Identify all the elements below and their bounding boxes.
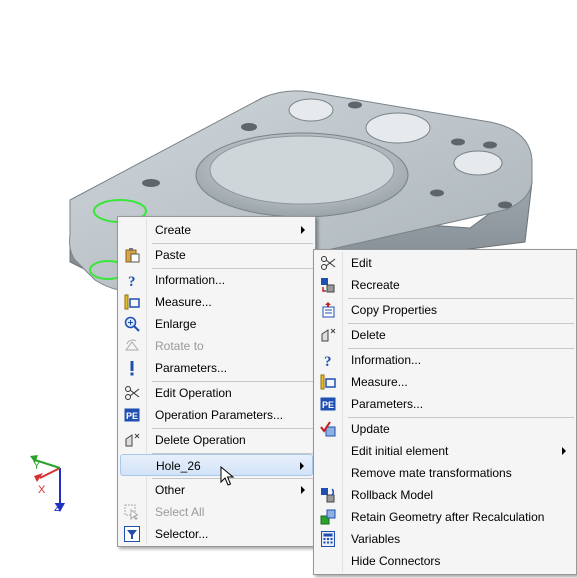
submenu-item-parameters[interactable]: PE Parameters... [316,393,574,415]
menu-item-label: Remove mate transformations [351,466,512,480]
submenu-item-delete[interactable]: Delete [316,324,574,346]
help-icon: ? [128,274,136,288]
hole-submenu: Edit Recreate Copy Properties Delete ? I… [313,249,577,575]
menu-item-parameters[interactable]: Parameters... [120,357,313,379]
menu-item-enlarge[interactable]: Enlarge [120,313,313,335]
rollback-icon [321,488,335,503]
copy-properties-icon [322,302,335,318]
menu-item-label: Update [351,422,390,436]
menu-item-label: Hole_26 [156,459,201,473]
submenu-item-recreate[interactable]: Recreate [316,274,574,296]
recreate-icon [321,278,335,293]
submenu-arrow-icon [301,226,305,234]
menu-item-other[interactable]: Other [120,479,313,501]
menu-item-label: Parameters... [351,397,424,411]
menu-item-label: Operation Parameters... [155,408,284,422]
edit-icon [125,386,140,400]
x-axis-label: X [38,484,46,496]
menu-item-label: Measure... [351,375,408,389]
svg-text:PE: PE [322,400,334,410]
submenu-item-measure[interactable]: Measure... [316,371,574,393]
delete-icon [125,433,140,447]
menu-item-label: Delete [351,328,386,342]
retain-geometry-icon [320,509,336,525]
exclamation-icon [130,361,134,376]
menu-item-label: Delete Operation [155,433,246,447]
menu-item-label: Information... [351,353,422,367]
zoom-icon [124,316,140,332]
menu-item-rotate-to[interactable]: Rotate to [120,335,313,357]
menu-item-label: Information... [155,273,226,287]
menu-item-label: Measure... [155,295,212,309]
menu-item-label: Retain Geometry after Recalculation [351,510,545,524]
axis-triad: X Y Z [30,455,65,514]
menu-item-selector[interactable]: Selector... [120,523,313,545]
menu-item-label: Variables [351,532,401,546]
menu-item-label: Edit Operation [155,386,232,400]
menu-item-label: Rollback Model [351,488,434,502]
menu-item-label: Hide Connectors [351,554,441,568]
svg-text:?: ? [324,354,332,368]
menu-item-hole-26[interactable]: Hole_26 [120,454,313,476]
y-axis-label: Y [33,460,41,472]
menu-item-label: Copy Properties [351,303,438,317]
delete-icon [321,328,336,342]
submenu-item-edit[interactable]: Edit [316,252,574,274]
context-menu: Create Paste ? Information... Measure...… [117,216,316,547]
edit-icon [321,256,336,270]
submenu-item-copy-properties[interactable]: Copy Properties [316,299,574,321]
menu-item-label: Paste [155,248,186,262]
help-icon: ? [324,354,332,368]
menu-item-label: Edit initial element [351,444,449,458]
rotate-icon [125,339,139,351]
menu-item-delete-operation[interactable]: Delete Operation [120,429,313,451]
menu-item-label: Recreate [351,278,400,292]
submenu-item-variables[interactable]: Variables [316,528,574,550]
mouse-cursor-icon [220,466,235,486]
menu-item-label: Edit [351,256,372,270]
menu-item-label: Parameters... [155,361,228,375]
menu-item-label: Selector... [155,527,209,541]
svg-text:?: ? [128,274,136,288]
submenu-item-retain-geometry[interactable]: Retain Geometry after Recalculation [316,506,574,528]
menu-item-operation-parameters[interactable]: PE Operation Parameters... [120,404,313,426]
params-icon: PE [124,408,140,422]
menu-item-measure[interactable]: Measure... [120,291,313,313]
menu-item-select-all[interactable]: Select All [120,501,313,523]
menu-item-paste[interactable]: Paste [120,244,313,266]
z-axis-label: Z [54,502,61,514]
submenu-item-remove-mate-transformations[interactable]: Remove mate transformations [316,462,574,484]
submenu-item-information[interactable]: ? Information... [316,349,574,371]
menu-item-label: Other [155,483,186,497]
menu-item-create[interactable]: Create [120,219,313,241]
submenu-item-update[interactable]: Update [316,418,574,440]
update-icon [320,421,336,437]
select-all-icon [124,504,139,520]
paste-icon [125,248,140,263]
variables-icon [321,531,335,547]
submenu-item-rollback-model[interactable]: Rollback Model [316,484,574,506]
measure-icon [320,374,336,390]
submenu-arrow-icon [301,486,305,494]
submenu-arrow-icon [300,462,304,470]
menu-item-label: Enlarge [155,317,197,331]
menu-item-information[interactable]: ? Information... [120,269,313,291]
menu-item-label: Create [155,223,192,237]
menu-item-label: Select All [155,505,205,519]
submenu-arrow-icon [562,447,566,455]
menu-item-edit-operation[interactable]: Edit Operation [120,382,313,404]
menu-item-label: Rotate to [155,339,204,353]
submenu-item-hide-connectors[interactable]: Hide Connectors [316,550,574,572]
svg-text:PE: PE [126,411,138,421]
params-icon: PE [320,397,336,411]
measure-icon [124,294,140,310]
filter-icon [124,526,140,542]
submenu-item-edit-initial-element[interactable]: Edit initial element [316,440,574,462]
